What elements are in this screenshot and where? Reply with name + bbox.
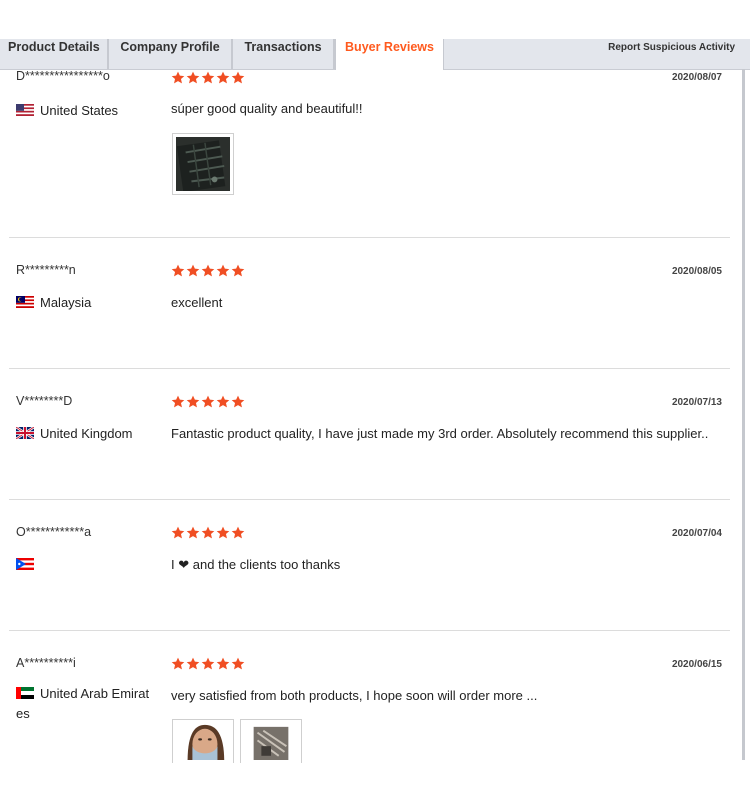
review-comment: Fantastic product quality, I have just m… xyxy=(171,426,709,441)
review-list: D****************o United States 2020/08… xyxy=(9,69,730,771)
tab-transactions[interactable]: Transactions xyxy=(233,39,335,69)
reviewer-country xyxy=(16,555,156,575)
country-name: United Arab Emirates xyxy=(16,686,150,721)
star-icon xyxy=(186,395,200,408)
review-date: 2020/08/05 xyxy=(671,266,722,277)
rating-stars xyxy=(171,526,246,540)
review-comment: excellent xyxy=(171,295,223,310)
country-name: Malaysia xyxy=(40,295,92,310)
scrollbar[interactable] xyxy=(742,69,745,760)
star-icon xyxy=(186,71,200,84)
product-photo xyxy=(176,137,230,191)
tab-label: Transactions xyxy=(244,40,322,54)
reviewer-country: Malaysia xyxy=(16,293,156,313)
review-date: 2020/06/15 xyxy=(671,659,722,670)
reviewer-country: United States xyxy=(16,101,156,121)
star-icon xyxy=(216,395,230,408)
star-icon xyxy=(231,264,245,277)
reviewer-name: R*********n xyxy=(16,263,76,277)
star-icon xyxy=(201,657,215,670)
review-date: 2020/07/13 xyxy=(671,397,722,408)
star-icon xyxy=(171,526,185,539)
star-icon xyxy=(171,395,185,408)
us-flag-icon xyxy=(16,104,34,116)
uae-flag-icon xyxy=(16,687,34,699)
uk-flag-icon xyxy=(16,427,34,439)
tab-label: Buyer Reviews xyxy=(345,40,434,54)
star-icon xyxy=(201,264,215,277)
star-icon xyxy=(201,526,215,539)
star-icon xyxy=(171,71,185,84)
star-icon xyxy=(216,657,230,670)
puerto-rico-flag-icon xyxy=(16,558,34,570)
star-icon xyxy=(231,395,245,408)
star-icon xyxy=(231,526,245,539)
review-date: 2020/07/04 xyxy=(671,528,722,539)
review-item: O************a 2020/07/04 I ❤ and the cl… xyxy=(9,500,730,631)
review-photo-thumbnail[interactable] xyxy=(240,719,302,763)
tab-company-profile[interactable]: Company Profile xyxy=(109,39,233,69)
review-item: D****************o United States 2020/08… xyxy=(9,69,730,238)
star-icon xyxy=(186,657,200,670)
product-photo xyxy=(244,723,298,760)
comment-text: I xyxy=(171,557,175,572)
country-name: United Kingdom xyxy=(40,426,133,441)
review-item: R*********n Malaysia 2020/08/05 excellen… xyxy=(9,238,730,369)
review-photo-thumbnail[interactable] xyxy=(172,719,234,763)
star-icon xyxy=(201,395,215,408)
review-date: 2020/08/07 xyxy=(671,72,722,83)
reviewer-name: V********D xyxy=(16,394,73,408)
review-comment: very satisfied from both products, I hop… xyxy=(171,688,538,703)
rating-stars xyxy=(171,71,246,85)
review-comment: súper good quality and beautiful!! xyxy=(171,101,363,116)
heart-icon: ❤ xyxy=(178,557,190,572)
tab-label: Company Profile xyxy=(120,40,220,54)
rating-stars xyxy=(171,395,246,409)
star-icon xyxy=(186,264,200,277)
malaysia-flag-icon xyxy=(16,296,34,308)
star-icon xyxy=(231,71,245,84)
star-icon xyxy=(171,264,185,277)
reviewer-name: D****************o xyxy=(16,69,110,83)
reviewer-country: United Arab Emirates xyxy=(16,684,156,724)
report-suspicious-activity-link[interactable]: Report Suspicious Activity xyxy=(608,39,735,56)
reviewer-name: A**********i xyxy=(16,656,76,670)
customer-photo xyxy=(176,723,230,760)
star-icon xyxy=(186,526,200,539)
review-item: V********D United Kingdom 2020/07/13 Fan… xyxy=(9,369,730,500)
star-icon xyxy=(216,526,230,539)
star-icon xyxy=(201,71,215,84)
tab-product-details[interactable]: Product Details xyxy=(0,39,109,69)
star-icon xyxy=(216,264,230,277)
rating-stars xyxy=(171,264,246,278)
reviewer-country: United Kingdom xyxy=(16,424,156,444)
rating-stars xyxy=(171,657,246,671)
tab-label: Product Details xyxy=(8,40,100,54)
star-icon xyxy=(171,657,185,670)
star-icon xyxy=(231,657,245,670)
review-comment: I ❤ and the clients too thanks xyxy=(171,557,340,573)
review-photo-thumbnail[interactable] xyxy=(172,133,234,195)
tab-buyer-reviews[interactable]: Buyer Reviews xyxy=(335,39,444,70)
country-name: United States xyxy=(40,103,119,118)
reviewer-name: O************a xyxy=(16,525,92,539)
comment-text: and the clients too thanks xyxy=(192,557,341,572)
tab-bar: Product Details Company Profile Transact… xyxy=(0,39,750,70)
star-icon xyxy=(216,71,230,84)
review-item: A**********i United Arab Emirates 2020/0… xyxy=(9,631,730,771)
